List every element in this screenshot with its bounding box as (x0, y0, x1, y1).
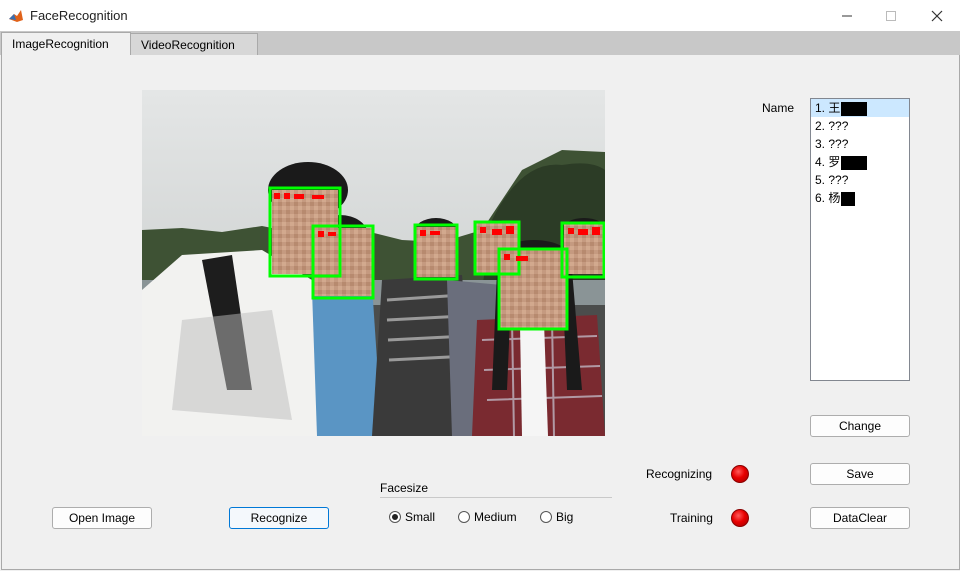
list-item[interactable]: 2. ??? (811, 117, 909, 135)
radio-selected-indicator (389, 511, 401, 523)
list-item[interactable]: 6. 杨 (811, 189, 909, 207)
matlab-app-icon (8, 8, 24, 24)
redaction-bar (841, 191, 856, 206)
facesize-group-title: Facesize (380, 481, 429, 495)
list-item[interactable]: 3. ??? (811, 135, 909, 153)
minimize-button[interactable] (824, 0, 870, 31)
recognizing-status-lamp (731, 465, 749, 483)
radio-small[interactable]: Small (389, 510, 435, 524)
recognition-image (142, 90, 605, 436)
redaction-bar (841, 101, 868, 116)
save-button[interactable]: Save (810, 463, 910, 485)
training-status-lamp (731, 509, 749, 527)
radio-indicator (458, 511, 470, 523)
open-image-button[interactable]: Open Image (52, 507, 152, 529)
tab-video-recognition[interactable]: VideoRecognition (130, 33, 258, 55)
name-label: Name (762, 101, 795, 115)
recognizing-label: Recognizing (646, 467, 713, 481)
tab-strip: VideoRecognition ImageRecognition (0, 31, 960, 56)
window-title: FaceRecognition (30, 8, 128, 23)
tab-image-recognition[interactable]: ImageRecognition (1, 32, 131, 56)
maximize-button[interactable] (868, 0, 914, 31)
recognize-button[interactable]: Recognize (229, 507, 329, 529)
list-item[interactable]: 5. ??? (811, 171, 909, 189)
training-label: Training (670, 511, 713, 525)
name-listbox[interactable]: 1. 王 2. ??? 3. ??? 4. 罗 5. ??? 6. 杨 (810, 98, 910, 381)
title-bar: FaceRecognition (0, 0, 960, 31)
facesize-divider (380, 497, 612, 498)
photo-canvas (142, 90, 605, 436)
minimize-icon (842, 15, 852, 16)
list-item[interactable]: 4. 罗 (811, 153, 909, 171)
radio-big[interactable]: Big (540, 510, 573, 524)
data-clear-button[interactable]: DataClear (810, 507, 910, 529)
redaction-bar (841, 155, 868, 170)
close-icon (931, 10, 943, 21)
radio-medium[interactable]: Medium (458, 510, 517, 524)
change-button[interactable]: Change (810, 415, 910, 437)
list-item[interactable]: 1. 王 (811, 99, 909, 117)
radio-indicator (540, 511, 552, 523)
close-button[interactable] (914, 0, 960, 31)
maximize-icon (886, 10, 896, 21)
